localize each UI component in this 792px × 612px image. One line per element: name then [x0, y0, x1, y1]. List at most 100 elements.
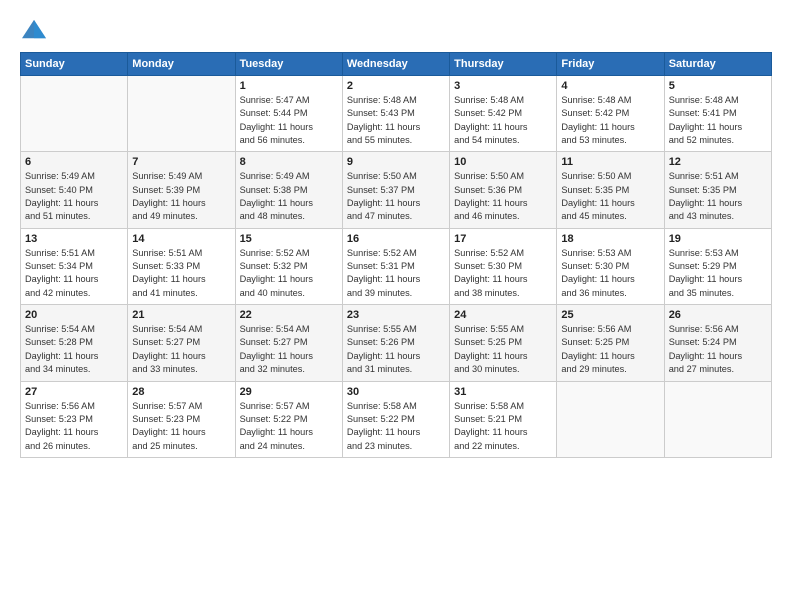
day-number: 22 [240, 309, 338, 321]
day-number: 15 [240, 233, 338, 245]
day-info: Sunrise: 5:47 AM Sunset: 5:44 PM Dayligh… [240, 94, 338, 147]
day-info: Sunrise: 5:54 AM Sunset: 5:27 PM Dayligh… [132, 323, 230, 376]
day-info: Sunrise: 5:58 AM Sunset: 5:21 PM Dayligh… [454, 400, 552, 453]
day-info: Sunrise: 5:52 AM Sunset: 5:30 PM Dayligh… [454, 247, 552, 300]
column-header-tuesday: Tuesday [235, 53, 342, 76]
day-info: Sunrise: 5:50 AM Sunset: 5:36 PM Dayligh… [454, 170, 552, 223]
column-header-friday: Friday [557, 53, 664, 76]
day-number: 12 [669, 156, 767, 168]
day-number: 1 [240, 80, 338, 92]
day-info: Sunrise: 5:53 AM Sunset: 5:30 PM Dayligh… [561, 247, 659, 300]
day-info: Sunrise: 5:56 AM Sunset: 5:25 PM Dayligh… [561, 323, 659, 376]
logo [20, 18, 52, 42]
calendar-table: SundayMondayTuesdayWednesdayThursdayFrid… [20, 52, 772, 458]
day-info: Sunrise: 5:54 AM Sunset: 5:28 PM Dayligh… [25, 323, 123, 376]
day-number: 30 [347, 386, 445, 398]
day-cell: 28 Sunrise: 5:57 AM Sunset: 5:23 PM Dayli… [128, 381, 235, 457]
day-info: Sunrise: 5:50 AM Sunset: 5:37 PM Dayligh… [347, 170, 445, 223]
day-cell: 26 Sunrise: 5:56 AM Sunset: 5:24 PM Dayli… [664, 305, 771, 381]
day-info: Sunrise: 5:53 AM Sunset: 5:29 PM Dayligh… [669, 247, 767, 300]
day-number: 20 [25, 309, 123, 321]
day-number: 24 [454, 309, 552, 321]
day-cell: 31 Sunrise: 5:58 AM Sunset: 5:21 PM Dayli… [450, 381, 557, 457]
day-info: Sunrise: 5:55 AM Sunset: 5:25 PM Dayligh… [454, 323, 552, 376]
day-info: Sunrise: 5:49 AM Sunset: 5:38 PM Dayligh… [240, 170, 338, 223]
day-cell: 17 Sunrise: 5:52 AM Sunset: 5:30 PM Dayli… [450, 228, 557, 304]
day-number: 16 [347, 233, 445, 245]
day-cell: 10 Sunrise: 5:50 AM Sunset: 5:36 PM Dayli… [450, 152, 557, 228]
day-number: 28 [132, 386, 230, 398]
day-cell: 29 Sunrise: 5:57 AM Sunset: 5:22 PM Dayli… [235, 381, 342, 457]
day-info: Sunrise: 5:56 AM Sunset: 5:23 PM Dayligh… [25, 400, 123, 453]
day-cell: 18 Sunrise: 5:53 AM Sunset: 5:30 PM Dayli… [557, 228, 664, 304]
day-info: Sunrise: 5:56 AM Sunset: 5:24 PM Dayligh… [669, 323, 767, 376]
day-info: Sunrise: 5:52 AM Sunset: 5:31 PM Dayligh… [347, 247, 445, 300]
day-cell [21, 76, 128, 152]
day-number: 26 [669, 309, 767, 321]
week-row-2: 6 Sunrise: 5:49 AM Sunset: 5:40 PM Daylig… [21, 152, 772, 228]
page: SundayMondayTuesdayWednesdayThursdayFrid… [0, 0, 792, 612]
day-number: 10 [454, 156, 552, 168]
day-info: Sunrise: 5:51 AM Sunset: 5:33 PM Dayligh… [132, 247, 230, 300]
column-header-saturday: Saturday [664, 53, 771, 76]
day-cell: 27 Sunrise: 5:56 AM Sunset: 5:23 PM Dayli… [21, 381, 128, 457]
day-cell: 8 Sunrise: 5:49 AM Sunset: 5:38 PM Daylig… [235, 152, 342, 228]
day-number: 29 [240, 386, 338, 398]
day-info: Sunrise: 5:48 AM Sunset: 5:42 PM Dayligh… [561, 94, 659, 147]
day-cell: 21 Sunrise: 5:54 AM Sunset: 5:27 PM Dayli… [128, 305, 235, 381]
day-info: Sunrise: 5:51 AM Sunset: 5:34 PM Dayligh… [25, 247, 123, 300]
day-cell: 7Sunrise: 5:49 AM Sunset: 5:39 PM Daylig… [128, 152, 235, 228]
day-cell: 1 Sunrise: 5:47 AM Sunset: 5:44 PM Daylig… [235, 76, 342, 152]
day-number: 7 [132, 156, 230, 168]
day-info: Sunrise: 5:48 AM Sunset: 5:43 PM Dayligh… [347, 94, 445, 147]
column-header-monday: Monday [128, 53, 235, 76]
day-cell: 9 Sunrise: 5:50 AM Sunset: 5:37 PM Daylig… [342, 152, 449, 228]
column-header-thursday: Thursday [450, 53, 557, 76]
column-header-wednesday: Wednesday [342, 53, 449, 76]
day-number: 23 [347, 309, 445, 321]
day-info: Sunrise: 5:48 AM Sunset: 5:42 PM Dayligh… [454, 94, 552, 147]
day-cell [664, 381, 771, 457]
day-cell: 5Sunrise: 5:48 AM Sunset: 5:41 PM Daylig… [664, 76, 771, 152]
day-number: 6 [25, 156, 123, 168]
day-cell [557, 381, 664, 457]
day-cell: 15Sunrise: 5:52 AM Sunset: 5:32 PM Dayli… [235, 228, 342, 304]
day-info: Sunrise: 5:57 AM Sunset: 5:23 PM Dayligh… [132, 400, 230, 453]
day-number: 13 [25, 233, 123, 245]
column-header-sunday: Sunday [21, 53, 128, 76]
day-cell: 14Sunrise: 5:51 AM Sunset: 5:33 PM Dayli… [128, 228, 235, 304]
week-row-4: 20 Sunrise: 5:54 AM Sunset: 5:28 PM Dayli… [21, 305, 772, 381]
week-row-5: 27 Sunrise: 5:56 AM Sunset: 5:23 PM Dayli… [21, 381, 772, 457]
day-number: 9 [347, 156, 445, 168]
day-number: 27 [25, 386, 123, 398]
day-info: Sunrise: 5:57 AM Sunset: 5:22 PM Dayligh… [240, 400, 338, 453]
day-info: Sunrise: 5:55 AM Sunset: 5:26 PM Dayligh… [347, 323, 445, 376]
day-cell: 19Sunrise: 5:53 AM Sunset: 5:29 PM Dayli… [664, 228, 771, 304]
day-info: Sunrise: 5:51 AM Sunset: 5:35 PM Dayligh… [669, 170, 767, 223]
day-number: 17 [454, 233, 552, 245]
day-info: Sunrise: 5:49 AM Sunset: 5:40 PM Dayligh… [25, 170, 123, 223]
day-cell: 13 Sunrise: 5:51 AM Sunset: 5:34 PM Dayli… [21, 228, 128, 304]
day-cell: 25 Sunrise: 5:56 AM Sunset: 5:25 PM Dayli… [557, 305, 664, 381]
day-number: 11 [561, 156, 659, 168]
day-number: 2 [347, 80, 445, 92]
day-cell: 3 Sunrise: 5:48 AM Sunset: 5:42 PM Daylig… [450, 76, 557, 152]
header [20, 18, 772, 42]
day-number: 21 [132, 309, 230, 321]
day-info: Sunrise: 5:58 AM Sunset: 5:22 PM Dayligh… [347, 400, 445, 453]
day-cell: 11 Sunrise: 5:50 AM Sunset: 5:35 PM Dayli… [557, 152, 664, 228]
day-info: Sunrise: 5:50 AM Sunset: 5:35 PM Dayligh… [561, 170, 659, 223]
day-cell: 2 Sunrise: 5:48 AM Sunset: 5:43 PM Daylig… [342, 76, 449, 152]
day-number: 3 [454, 80, 552, 92]
day-number: 8 [240, 156, 338, 168]
day-number: 18 [561, 233, 659, 245]
week-row-1: 1 Sunrise: 5:47 AM Sunset: 5:44 PM Daylig… [21, 76, 772, 152]
day-number: 31 [454, 386, 552, 398]
day-number: 25 [561, 309, 659, 321]
day-cell: 22Sunrise: 5:54 AM Sunset: 5:27 PM Dayli… [235, 305, 342, 381]
header-row: SundayMondayTuesdayWednesdayThursdayFrid… [21, 53, 772, 76]
calendar-body: 1 Sunrise: 5:47 AM Sunset: 5:44 PM Daylig… [21, 76, 772, 458]
day-cell: 6 Sunrise: 5:49 AM Sunset: 5:40 PM Daylig… [21, 152, 128, 228]
logo-icon [20, 18, 48, 42]
calendar-header: SundayMondayTuesdayWednesdayThursdayFrid… [21, 53, 772, 76]
